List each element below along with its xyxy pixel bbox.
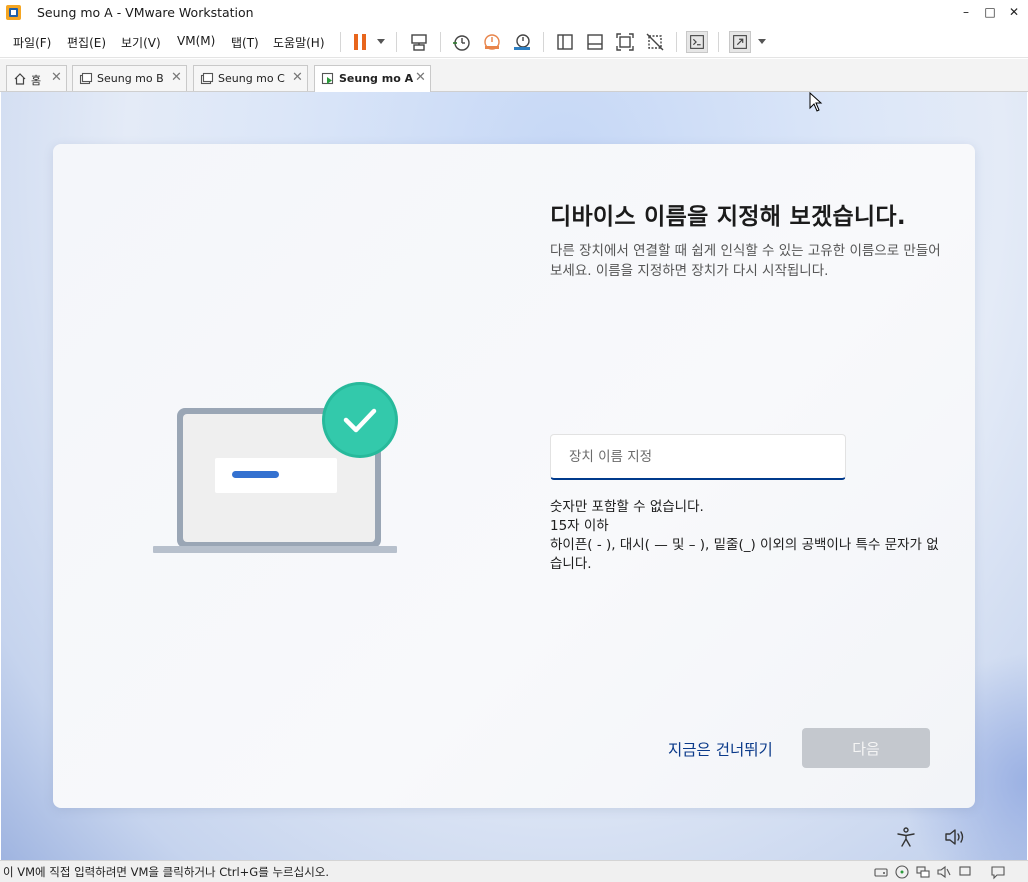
- device-name-input[interactable]: [550, 434, 846, 480]
- toolbar-separator: [718, 32, 719, 52]
- vm-icon: [200, 72, 214, 85]
- window-title: Seung mo A - VMware Workstation: [37, 5, 254, 20]
- tab-label: Seung mo C: [218, 72, 285, 85]
- toolbar-separator: [340, 32, 341, 52]
- pause-icon[interactable]: [349, 31, 371, 53]
- menu-help[interactable]: 도움말(H): [273, 34, 325, 51]
- sound-card-icon[interactable]: [936, 864, 952, 880]
- rule-item: 숫자만 포함할 수 없습니다.: [550, 499, 704, 515]
- tab-close-icon[interactable]: ✕: [292, 70, 303, 85]
- tab-close-icon[interactable]: ✕: [415, 70, 426, 85]
- laptop-check-illustration: [153, 382, 398, 553]
- stretch-guest-icon[interactable]: [729, 31, 751, 53]
- close-button[interactable]: ✕: [1001, 0, 1027, 24]
- library-view-icon[interactable]: [554, 31, 576, 53]
- mouse-cursor-icon: [809, 92, 823, 112]
- status-bar: 이 VM에 직접 입력하려면 VM을 클릭하거나 Ctrl+G를 누르십시오.: [0, 860, 1028, 882]
- title-bar: Seung mo A - VMware Workstation – □ ✕: [0, 0, 1028, 26]
- tab-label: Seung mo A: [339, 72, 414, 85]
- menu-file[interactable]: 파일(F): [13, 34, 51, 51]
- tab-seung-mo-c[interactable]: Seung mo C ✕: [193, 65, 308, 91]
- accessibility-icon[interactable]: [895, 826, 917, 848]
- next-button[interactable]: 다음: [802, 728, 930, 768]
- menu-view[interactable]: 보기(V): [121, 34, 161, 51]
- menu-edit[interactable]: 편집(E): [67, 34, 106, 51]
- send-ctrl-alt-del-icon[interactable]: [408, 31, 430, 53]
- network-adapter-icon[interactable]: [915, 864, 931, 880]
- thumbnail-view-icon[interactable]: [584, 31, 606, 53]
- home-icon: [14, 73, 26, 85]
- menu-tabs[interactable]: 탭(T): [231, 34, 259, 51]
- console-view-icon[interactable]: [686, 31, 708, 53]
- power-dropdown-icon[interactable]: [377, 39, 385, 44]
- vmware-app-icon: [6, 5, 21, 20]
- vm-running-icon: [321, 72, 334, 85]
- tab-bar: 홈 ✕ Seung mo B ✕ Seung mo C ✕ Seung mo A…: [0, 59, 1028, 92]
- toolbar-separator: [440, 32, 441, 52]
- message-log-icon[interactable]: [990, 864, 1006, 880]
- name-rules: 숫자만 포함할 수 없습니다. 15자 이하 하이픈( - ), 대시( — 및…: [550, 498, 950, 574]
- tab-seung-mo-b[interactable]: Seung mo B ✕: [72, 65, 187, 91]
- vm-icon: [79, 72, 93, 85]
- unity-icon[interactable]: [644, 31, 666, 53]
- minimize-button[interactable]: –: [953, 0, 979, 24]
- page-description: 다른 장치에서 연결할 때 쉽게 인식할 수 있는 고유한 이름으로 만들어 보…: [550, 243, 941, 279]
- toolbar-separator: [543, 32, 544, 52]
- tab-close-icon[interactable]: ✕: [171, 70, 182, 85]
- tab-seung-mo-a[interactable]: Seung mo A ✕: [314, 65, 431, 92]
- full-screen-icon[interactable]: [614, 31, 636, 53]
- tab-close-icon[interactable]: ✕: [51, 70, 62, 85]
- hard-disk-icon[interactable]: [873, 864, 889, 880]
- menu-toolbar: 파일(F) 편집(E) 보기(V) VM(M) 탭(T) 도움말(H): [0, 26, 1028, 58]
- page-title: 디바이스 이름을 지정해 보겠습니다.: [550, 204, 906, 230]
- cd-dvd-icon[interactable]: [894, 864, 910, 880]
- stretch-dropdown-icon[interactable]: [758, 39, 766, 44]
- rule-item: 15자 이하: [550, 518, 609, 534]
- volume-icon[interactable]: [943, 826, 967, 848]
- vm-display[interactable]: 디바이스 이름을 지정해 보겠습니다. 다른 장치에서 연결할 때 쉽게 인식할…: [1, 92, 1027, 860]
- display-icon[interactable]: [957, 864, 973, 880]
- menu-vm[interactable]: VM(M): [177, 34, 215, 48]
- oobe-card: 디바이스 이름을 지정해 보겠습니다. 다른 장치에서 연결할 때 쉽게 인식할…: [53, 144, 975, 808]
- toolbar-separator: [396, 32, 397, 52]
- tab-label: 홈: [31, 74, 42, 87]
- maximize-button[interactable]: □: [977, 0, 1003, 24]
- tab-label: Seung mo B: [97, 72, 164, 85]
- tab-home[interactable]: 홈 ✕: [6, 65, 67, 91]
- rule-item: 하이픈( - ), 대시( — 및 – ), 밑줄(_) 이외의 공백이나 특수…: [550, 537, 939, 572]
- toolbar-separator: [676, 32, 677, 52]
- snapshot-manager-icon[interactable]: [511, 31, 533, 53]
- snapshot-icon[interactable]: [450, 31, 472, 53]
- revert-snapshot-icon[interactable]: [481, 31, 503, 53]
- skip-for-now-link[interactable]: 지금은 건너뛰기: [668, 738, 773, 760]
- status-message: 이 VM에 직접 입력하려면 VM을 클릭하거나 Ctrl+G를 누르십시오.: [3, 865, 330, 879]
